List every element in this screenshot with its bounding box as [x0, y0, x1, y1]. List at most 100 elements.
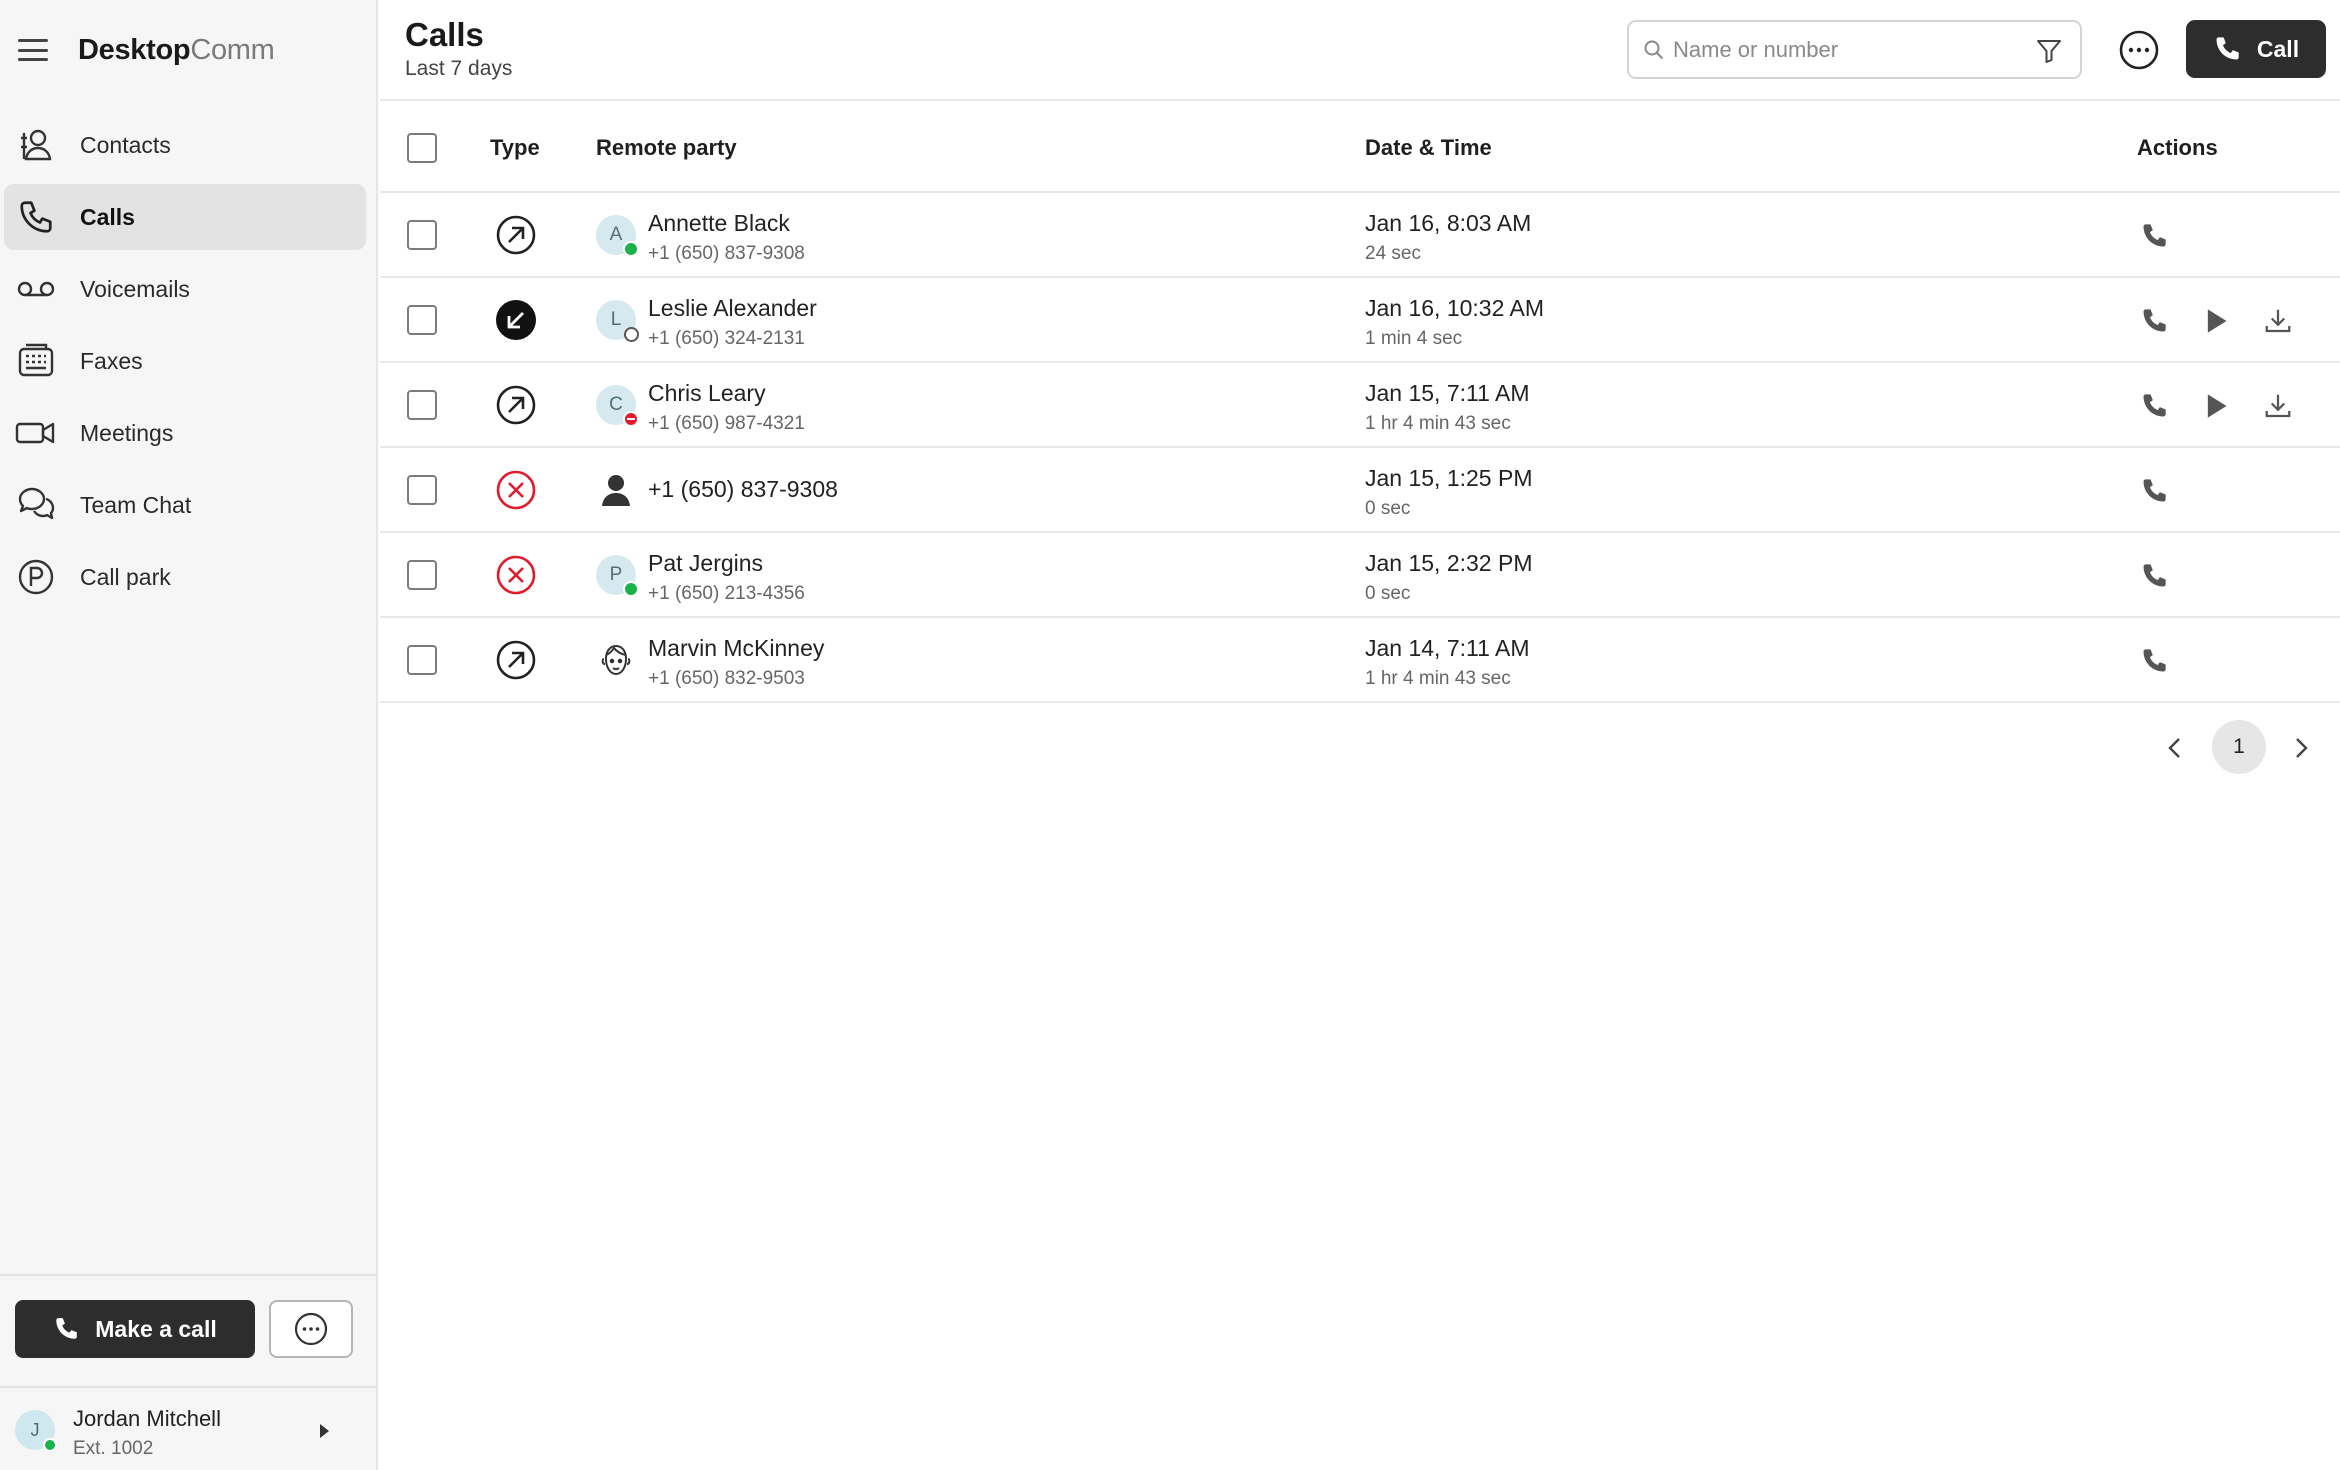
- video-camera-icon: [14, 411, 58, 455]
- column-header-date-time: Date & Time: [1365, 135, 1492, 160]
- row-checkbox[interactable]: [407, 475, 437, 505]
- sidebar-item-label: Team Chat: [80, 491, 192, 518]
- table-row[interactable]: P Pat Jergins +1 (650) 213-4356 Jan 15, …: [380, 533, 2340, 618]
- avatar-initial: P: [609, 564, 623, 585]
- page-subtitle: Last 7 days: [405, 57, 513, 80]
- make-a-call-label: Make a call: [95, 1315, 217, 1342]
- party-name: Marvin McKinney: [648, 635, 825, 661]
- table-row[interactable]: Marvin McKinney +1 (650) 832-9503 Jan 14…: [380, 618, 2340, 703]
- more-horizontal-icon: [294, 1312, 328, 1346]
- avatar-initial: L: [610, 309, 622, 330]
- call-duration: 24 sec: [1365, 243, 1421, 264]
- phone-icon: [2143, 564, 2166, 587]
- table-row[interactable]: +1 (650) 837-9308 Jan 15, 1:25 PM 0 sec: [380, 448, 2340, 533]
- page-number-button[interactable]: 1: [2212, 720, 2266, 774]
- call-datetime: Jan 15, 2:32 PM: [1365, 550, 1533, 576]
- phone-icon: [2143, 479, 2166, 502]
- call-back-button[interactable]: [2138, 645, 2170, 677]
- party-name: Annette Black: [648, 210, 790, 236]
- sidebar-item-label: Meetings: [80, 419, 174, 446]
- play-recording-button[interactable]: [2200, 390, 2232, 422]
- download-recording-button[interactable]: [2262, 390, 2294, 422]
- sidebar-item-call-park[interactable]: Call park: [4, 544, 366, 610]
- chevron-left-icon[interactable]: [2160, 732, 2190, 764]
- party-name: Chris Leary: [648, 380, 766, 406]
- calls-table: Type Remote party Date & Time Actions A …: [380, 103, 2340, 703]
- user-name: Jordan Mitchell: [73, 1406, 221, 1431]
- phone-icon: [2143, 649, 2166, 672]
- sidebar-item-label: Contacts: [80, 131, 171, 158]
- voicemail-icon: [14, 267, 58, 311]
- search-input[interactable]: [1673, 32, 2003, 68]
- call-button[interactable]: Call: [2186, 20, 2326, 78]
- sidebar-item-voicemails[interactable]: Voicemails: [4, 256, 366, 322]
- sidebar-item-faxes[interactable]: Faxes: [4, 328, 366, 394]
- face-illustration-icon: [596, 640, 636, 680]
- person-silhouette-icon: [596, 470, 636, 510]
- call-duration: 1 hr 4 min 43 sec: [1365, 668, 1511, 689]
- contacts-icon: [14, 123, 58, 167]
- sidebar: DesktopComm Contacts Calls Voicemails Fa…: [0, 0, 378, 1470]
- pagination: 1: [380, 720, 2340, 776]
- row-checkbox[interactable]: [407, 390, 437, 420]
- online-status-icon: [623, 241, 639, 257]
- row-checkbox[interactable]: [407, 220, 437, 250]
- party-name: Leslie Alexander: [648, 295, 817, 321]
- sidebar-item-calls[interactable]: Calls: [4, 184, 366, 250]
- sidebar-item-contacts[interactable]: Contacts: [4, 112, 366, 178]
- play-icon: [2207, 394, 2227, 418]
- call-datetime: Jan 14, 7:11 AM: [1365, 635, 1530, 661]
- offline-status-icon: [624, 327, 639, 342]
- avatar-initial: A: [609, 224, 623, 245]
- row-checkbox[interactable]: [407, 645, 437, 675]
- brand-primary: Desktop: [78, 33, 191, 66]
- incoming-call-icon: [496, 300, 536, 340]
- sidebar-item-label: Voicemails: [80, 275, 190, 302]
- avatar-initial: J: [30, 1419, 40, 1440]
- row-checkbox[interactable]: [407, 560, 437, 590]
- caret-right-icon[interactable]: [320, 1424, 329, 1438]
- table-row[interactable]: C Chris Leary +1 (650) 987-4321 Jan 15, …: [380, 363, 2340, 448]
- sidebar-item-team-chat[interactable]: Team Chat: [4, 472, 366, 538]
- more-horizontal-icon[interactable]: [2118, 29, 2160, 71]
- table-row[interactable]: A Annette Black +1 (650) 837-9308 Jan 16…: [380, 193, 2340, 278]
- download-recording-button[interactable]: [2262, 305, 2294, 337]
- download-icon: [2265, 309, 2291, 333]
- avatar: P: [596, 555, 639, 597]
- call-duration: 1 min 4 sec: [1365, 328, 1463, 349]
- call-back-button[interactable]: [2138, 475, 2170, 507]
- party-name: Pat Jergins: [648, 550, 764, 576]
- user-profile[interactable]: J Jordan Mitchell Ext. 1002: [0, 1386, 376, 1470]
- hamburger-menu-icon[interactable]: [18, 39, 48, 61]
- phone-icon: [2143, 309, 2166, 332]
- party-number: +1 (650) 837-9308: [648, 476, 838, 502]
- chevron-right-icon[interactable]: [2286, 732, 2316, 764]
- make-a-call-button[interactable]: Make a call: [15, 1300, 255, 1358]
- select-all-checkbox[interactable]: [407, 133, 437, 163]
- avatar: C: [596, 385, 639, 427]
- outgoing-call-icon: [496, 640, 536, 680]
- search-icon: [1644, 40, 1664, 60]
- table-header: Type Remote party Date & Time Actions: [380, 103, 2340, 193]
- call-datetime: Jan 16, 8:03 AM: [1365, 210, 1532, 236]
- filter-icon[interactable]: [2036, 38, 2062, 64]
- sidebar-item-meetings[interactable]: Meetings: [4, 400, 366, 466]
- row-checkbox[interactable]: [407, 305, 437, 335]
- play-recording-button[interactable]: [2200, 305, 2232, 337]
- call-back-button[interactable]: [2138, 560, 2170, 592]
- call-back-button[interactable]: [2138, 305, 2170, 337]
- more-options-button[interactable]: [269, 1300, 353, 1358]
- party-number: +1 (650) 837-9308: [648, 243, 805, 264]
- table-row[interactable]: L Leslie Alexander +1 (650) 324-2131 Jan…: [380, 278, 2340, 363]
- call-back-button[interactable]: [2138, 390, 2170, 422]
- party-number: +1 (650) 987-4321: [648, 413, 805, 434]
- play-icon: [2207, 309, 2227, 333]
- call-duration: 0 sec: [1365, 498, 1411, 519]
- missed-call-icon: [496, 555, 536, 595]
- call-back-button[interactable]: [2138, 220, 2170, 252]
- parking-icon: [14, 555, 58, 599]
- sidebar-item-label: Call park: [80, 563, 171, 590]
- phone-icon: [56, 1318, 78, 1339]
- search-box[interactable]: [1627, 20, 2082, 79]
- brand-header: DesktopComm: [18, 28, 275, 72]
